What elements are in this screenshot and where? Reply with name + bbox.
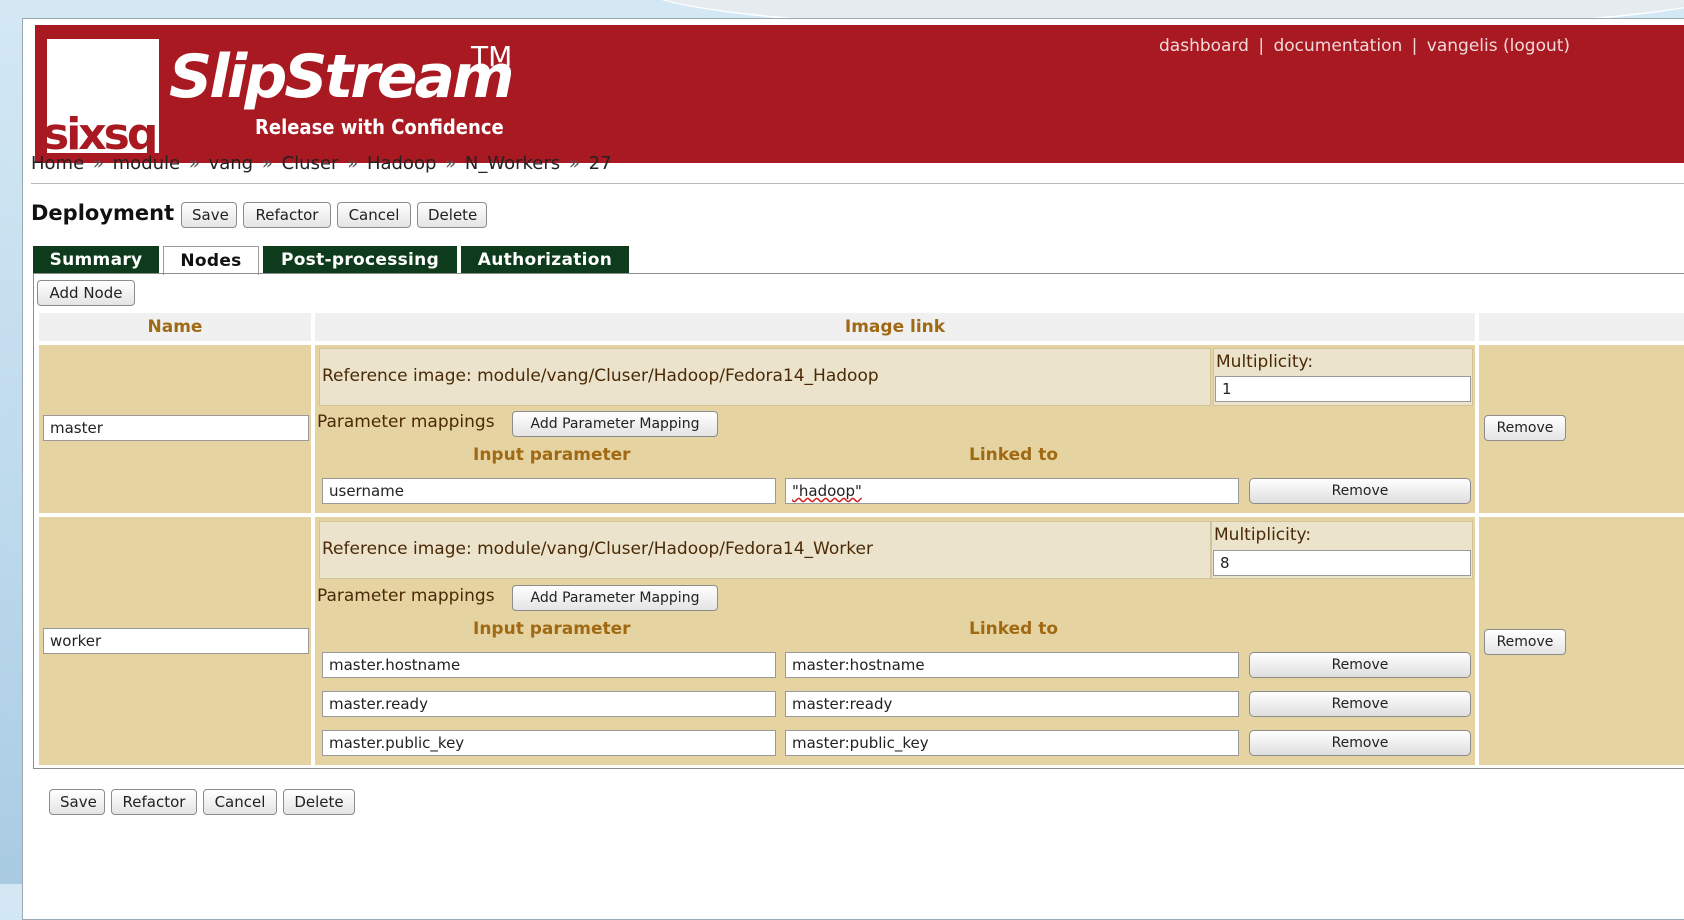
breadcrumb-separator: » xyxy=(347,153,359,174)
page-title: Deployment xyxy=(31,201,175,225)
breadcrumb-separator: » xyxy=(188,153,200,174)
breadcrumb-separator: » xyxy=(92,153,104,174)
node-name-input[interactable] xyxy=(43,628,309,654)
linked-to-header: Linked to xyxy=(969,619,1059,639)
nav-separator: | xyxy=(1411,36,1418,56)
logo-text: sixsq xyxy=(43,109,158,160)
reference-image-text[interactable]: Reference image: module/vang/Cluser/Hado… xyxy=(322,366,879,386)
parameter-mappings-label: Parameter mappings xyxy=(317,412,495,432)
input-parameter-field[interactable]: master.hostname xyxy=(322,652,776,678)
nav-separator: | xyxy=(1258,36,1265,56)
input-parameter-field[interactable]: master.public_key xyxy=(322,730,776,756)
remove-mapping-button[interactable]: Remove xyxy=(1249,478,1471,504)
breadcrumb-n-workers[interactable]: N_Workers xyxy=(465,153,560,174)
brand-name: SlipStream xyxy=(169,42,514,112)
reference-image-box: Reference image: module/vang/Cluser/Hado… xyxy=(319,521,1211,579)
linked-to-field[interactable]: master:hostname xyxy=(785,652,1239,678)
sixsq-logo[interactable]: sixsq xyxy=(43,39,159,157)
delete-button[interactable]: Delete xyxy=(417,202,487,228)
tab-nodes[interactable]: Nodes xyxy=(163,246,259,275)
refactor-button-bottom[interactable]: Refactor xyxy=(111,789,197,815)
browser-page: sixsq SlipStream TM Release with Confide… xyxy=(22,18,1684,920)
input-parameter-header: Input parameter xyxy=(473,445,631,465)
multiplicity-input[interactable]: 8 xyxy=(1213,550,1471,576)
breadcrumb-module[interactable]: module xyxy=(113,153,180,174)
brand-tagline: Release with Confidence xyxy=(255,115,504,139)
linked-to-header: Linked to xyxy=(969,445,1059,465)
delete-button-bottom[interactable]: Delete xyxy=(283,789,355,815)
input-parameter-field[interactable]: master.ready xyxy=(322,691,776,717)
remove-node-button[interactable]: Remove xyxy=(1484,629,1566,655)
remove-mapping-button[interactable]: Remove xyxy=(1249,691,1471,717)
breadcrumb-divider xyxy=(31,183,1684,184)
save-button[interactable]: Save xyxy=(181,202,237,228)
column-header-actions xyxy=(1479,313,1684,341)
cancel-button[interactable]: Cancel xyxy=(337,202,411,228)
cancel-button-bottom[interactable]: Cancel xyxy=(203,789,277,815)
tab-authorization[interactable]: Authorization xyxy=(461,246,629,274)
multiplicity-label: Multiplicity: xyxy=(1216,352,1314,372)
reference-image-box: Reference image: module/vang/Cluser/Hado… xyxy=(319,348,1211,406)
nav-dashboard-link[interactable]: dashboard xyxy=(1159,36,1249,56)
parameter-mappings-label: Parameter mappings xyxy=(317,586,495,606)
tab-post-processing[interactable]: Post-processing xyxy=(263,246,457,274)
brand-trademark: TM xyxy=(471,40,513,73)
breadcrumb-separator: » xyxy=(568,153,580,174)
reference-image-text[interactable]: Reference image: module/vang/Cluser/Hado… xyxy=(322,539,873,559)
top-nav: dashboard | documentation | vangelis (lo… xyxy=(1159,36,1570,56)
tab-summary[interactable]: Summary xyxy=(33,246,159,274)
save-button-bottom[interactable]: Save xyxy=(49,789,105,815)
breadcrumb-cluser[interactable]: Cluser xyxy=(282,153,339,174)
add-parameter-mapping-button[interactable]: Add Parameter Mapping xyxy=(512,585,718,611)
nav-user-link[interactable]: vangelis xyxy=(1427,36,1498,56)
nav-logout-link[interactable]: (logout) xyxy=(1503,36,1570,56)
multiplicity-label: Multiplicity: xyxy=(1214,525,1312,545)
breadcrumb-home[interactable]: Home xyxy=(31,153,84,174)
linked-to-field[interactable]: master:public_key xyxy=(785,730,1239,756)
breadcrumb: Home » module » vang » Cluser » Hadoop »… xyxy=(31,153,612,174)
add-parameter-mapping-button[interactable]: Add Parameter Mapping xyxy=(512,411,718,437)
input-parameter-header: Input parameter xyxy=(473,619,631,639)
header-banner: sixsq SlipStream TM Release with Confide… xyxy=(35,25,1684,163)
multiplicity-input[interactable]: 1 xyxy=(1215,376,1471,402)
remove-mapping-button[interactable]: Remove xyxy=(1249,730,1471,756)
breadcrumb-version: 27 xyxy=(588,153,612,174)
linked-to-field[interactable]: master:ready xyxy=(785,691,1239,717)
breadcrumb-separator: » xyxy=(261,153,273,174)
node-name-input[interactable] xyxy=(43,415,309,441)
breadcrumb-hadoop[interactable]: Hadoop xyxy=(367,153,436,174)
column-header-name: Name xyxy=(39,313,311,341)
input-parameter-field[interactable]: username xyxy=(322,478,776,504)
add-node-button[interactable]: Add Node xyxy=(37,280,135,306)
breadcrumb-vang[interactable]: vang xyxy=(209,153,254,174)
remove-node-button[interactable]: Remove xyxy=(1484,415,1566,441)
refactor-button[interactable]: Refactor xyxy=(243,202,331,228)
linked-to-field[interactable]: "hadoop" xyxy=(785,478,1239,504)
column-header-image-link: Image link xyxy=(315,313,1475,341)
nav-documentation-link[interactable]: documentation xyxy=(1273,36,1402,56)
breadcrumb-separator: » xyxy=(445,153,457,174)
remove-mapping-button[interactable]: Remove xyxy=(1249,652,1471,678)
